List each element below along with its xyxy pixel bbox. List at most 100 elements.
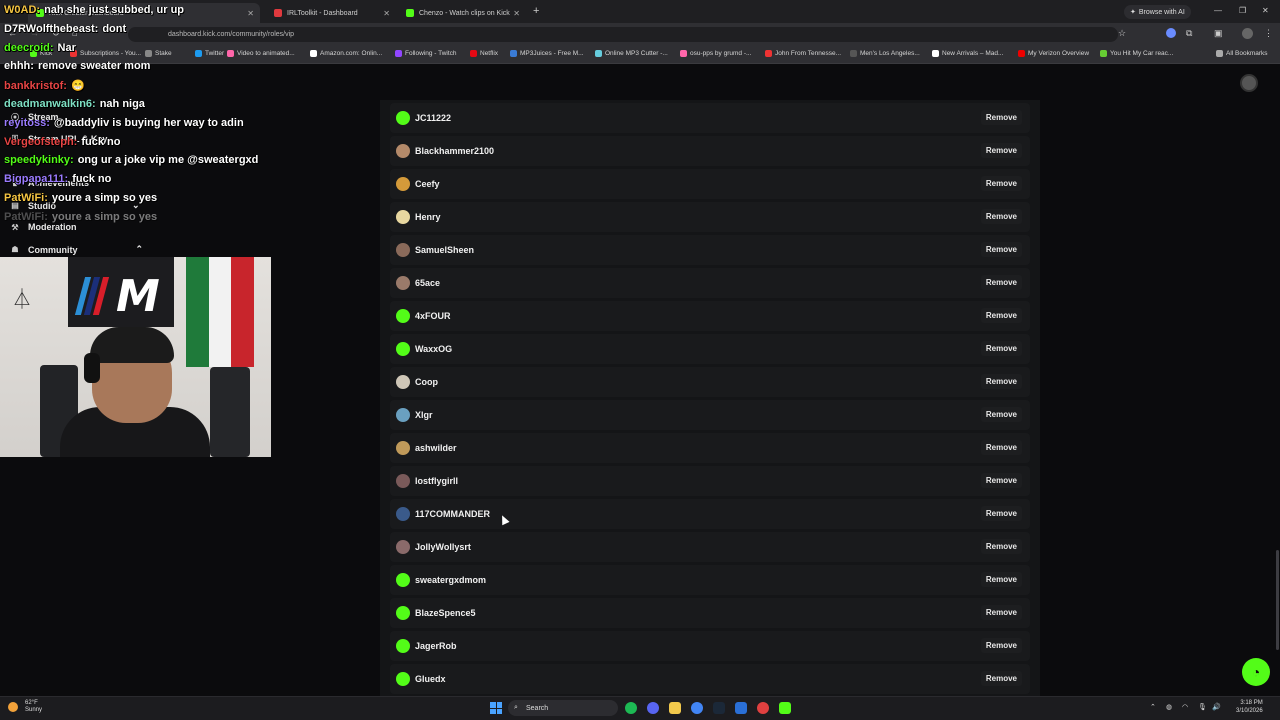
close-tab-icon[interactable]: ✕ [247, 9, 254, 18]
chat-text: youre a simp so yes [51, 210, 158, 223]
chat-message: deecroid: Nar [4, 42, 76, 54]
spotify-icon[interactable] [625, 702, 637, 714]
star-icon[interactable]: ☆ [1118, 28, 1126, 39]
bookmark-item[interactable]: John From Tennesse... [765, 50, 841, 57]
remove-vip-button[interactable]: Remove [980, 572, 1022, 587]
remove-vip-button[interactable]: Remove [980, 407, 1022, 422]
minimize-icon[interactable]: — [1214, 6, 1222, 15]
bookmark-item[interactable]: Following - Twitch [395, 50, 457, 57]
bookmark-favicon-icon [932, 50, 939, 57]
scrollbar[interactable] [1276, 550, 1279, 650]
hammer-icon: ⚒ [11, 222, 19, 232]
remove-vip-button[interactable]: Remove [980, 473, 1022, 488]
bookmark-item[interactable]: MP3Juices - Free M... [510, 50, 584, 57]
remove-vip-button[interactable]: Remove [980, 176, 1022, 191]
remove-vip-button[interactable]: Remove [980, 671, 1022, 686]
bookmark-item[interactable]: My Verizon Overview [1018, 50, 1089, 57]
vip-row: JC11222 Remove [390, 103, 1030, 133]
sidebar-item-moderation[interactable]: ⚒ Moderation [10, 222, 76, 232]
remove-vip-button[interactable]: Remove [980, 605, 1022, 620]
vip-row: SamuelSheen Remove [390, 235, 1030, 265]
remove-vip-button[interactable]: Remove [980, 638, 1022, 653]
browse-with-ai-button[interactable]: ✦ Browse with AI [1124, 5, 1191, 19]
discord-icon[interactable] [647, 702, 659, 714]
remove-vip-button[interactable]: Remove [980, 341, 1022, 356]
remove-vip-button[interactable]: Remove [980, 209, 1022, 224]
chrome-icon[interactable] [691, 702, 703, 714]
remove-vip-button[interactable]: Remove [980, 440, 1022, 455]
start-button[interactable] [490, 702, 502, 714]
bookmark-item[interactable]: osu-pps by grumd -... [680, 50, 751, 57]
profile-avatar[interactable] [1242, 28, 1253, 39]
taskbar-search[interactable]: ⌕ Search [508, 700, 618, 716]
remove-vip-button[interactable]: Remove [980, 539, 1022, 554]
weather-widget[interactable]: 62°F Sunny [8, 700, 42, 714]
bookmark-item[interactable]: You Hit My Car reac... [1100, 50, 1173, 57]
volume-icon[interactable]: 🔊 [1212, 703, 1221, 711]
obs-icon[interactable] [757, 702, 769, 714]
menu-dots-icon[interactable]: ⋮ [1264, 28, 1273, 39]
tab-irltoolkit[interactable]: IRLToolkit - Dashboard ✕ [266, 3, 396, 23]
puzzle-icon[interactable]: ⧉ [1186, 28, 1192, 39]
bookmark-item[interactable]: Men's Los Angeles... [850, 50, 920, 57]
steam-icon[interactable] [713, 702, 725, 714]
maximize-icon[interactable]: ❐ [1239, 6, 1246, 15]
chat-text: fuck no [81, 135, 121, 148]
tab-title: IRLToolkit - Dashboard [287, 9, 358, 17]
tray-chevron-icon[interactable]: ⌃ [1150, 703, 1156, 711]
vip-username: ashwilder [415, 443, 457, 453]
kick-icon[interactable] [779, 702, 791, 714]
remove-vip-button[interactable]: Remove [980, 242, 1022, 257]
bookmark-item[interactable]: Stake [145, 50, 172, 57]
bookmark-item[interactable]: Subscriptions - You... [70, 50, 141, 57]
user-avatar[interactable] [1240, 74, 1258, 92]
vip-row: Xlgr Remove [390, 400, 1030, 430]
chat-message: deadmanwalkin6: nah niga [4, 98, 145, 110]
sidepanel-icon[interactable]: ▣ [1214, 28, 1223, 39]
bookmark-item[interactable]: New Arrivals – Mad... [932, 50, 1003, 57]
close-tab-icon[interactable]: ✕ [513, 9, 520, 18]
remove-vip-button[interactable]: Remove [980, 308, 1022, 323]
sidebar-item-community[interactable]: ☗ Community ⌃ [10, 244, 143, 255]
bookmark-item[interactable]: Amazon.com: Onlin... [310, 50, 382, 57]
close-window-icon[interactable]: ✕ [1262, 6, 1269, 15]
community-icon: ☗ [11, 245, 19, 254]
remove-vip-button[interactable]: Remove [980, 506, 1022, 521]
remove-vip-button[interactable]: Remove [980, 110, 1022, 125]
person-hair [90, 327, 174, 363]
mic-icon[interactable]: 🎙 [1198, 703, 1207, 711]
bookmark-item[interactable]: Video to animated... [227, 50, 295, 57]
app-icon[interactable] [735, 702, 747, 714]
help-chat-button[interactable]: ◔ [1242, 658, 1270, 686]
remove-vip-button[interactable]: Remove [980, 374, 1022, 389]
bookmark-favicon-icon [310, 50, 317, 57]
all-bookmarks-button[interactable]: All Bookmarks [1216, 50, 1268, 57]
new-tab-button[interactable]: + [533, 5, 539, 17]
tray-app-icon[interactable]: ◍ [1166, 703, 1172, 711]
url-input[interactable]: dashboard.kick.com/community/roles/vip [128, 27, 1118, 42]
vip-row: lostflygirll Remove [390, 466, 1030, 496]
bookmark-label: Men's Los Angeles... [860, 50, 920, 57]
file-explorer-icon[interactable] [669, 702, 681, 714]
bookmark-favicon-icon [765, 50, 772, 57]
chat-message: Vergeofsteph: fuck no [4, 136, 120, 148]
tab-chenzo-clips[interactable]: Chenzo - Watch clips on Kick ✕ [398, 3, 526, 23]
vip-row: Ceefy Remove [390, 169, 1030, 199]
chat-username: W0AD: [4, 4, 41, 16]
bmw-m-flag: M [68, 257, 174, 327]
user-avatar-icon [396, 573, 410, 587]
extension-icon[interactable] [1166, 28, 1176, 38]
wifi-icon[interactable]: ◠ [1182, 703, 1188, 711]
bookmark-item[interactable]: Netflix [470, 50, 498, 57]
vip-row: sweatergxdmom Remove [390, 565, 1030, 595]
bookmark-item[interactable]: Online MP3 Cutter -... [595, 50, 668, 57]
vip-row: BlazeSpence5 Remove [390, 598, 1030, 628]
bookmark-label: John From Tennesse... [775, 50, 841, 57]
close-tab-icon[interactable]: ✕ [383, 9, 390, 18]
clock[interactable]: 3:18 PM 3/10/2026 [1236, 699, 1263, 715]
remove-vip-button[interactable]: Remove [980, 143, 1022, 158]
chat-message: bankkristof: 😁 [4, 79, 85, 92]
remove-vip-button[interactable]: Remove [980, 275, 1022, 290]
bookmark-item[interactable]: Twitter [195, 50, 224, 57]
bookmark-favicon-icon [195, 50, 202, 57]
